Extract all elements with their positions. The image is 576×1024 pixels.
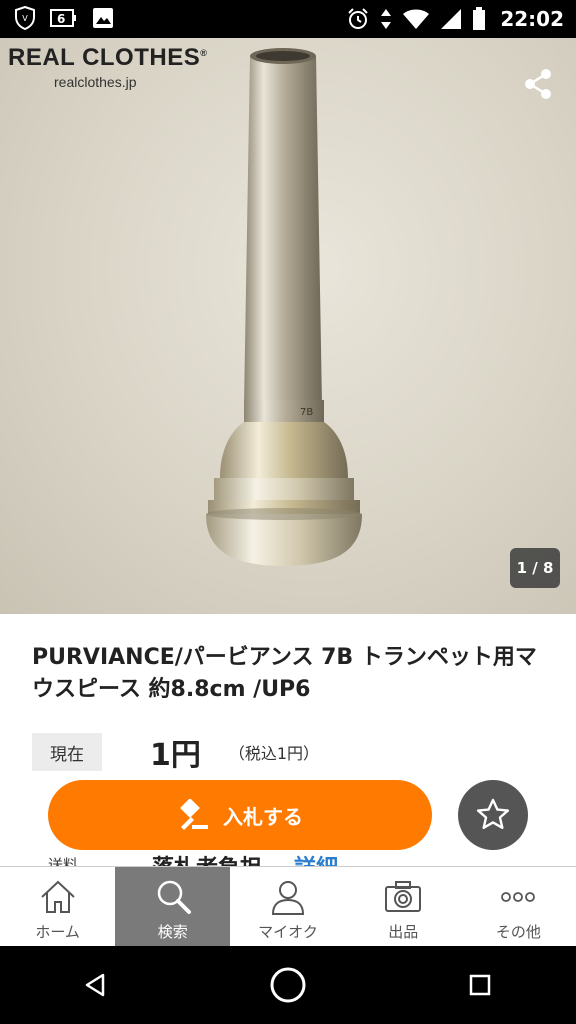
tab-my-auction-label: マイオク	[258, 923, 318, 941]
share-icon	[525, 69, 551, 99]
tab-more-label: その他	[495, 923, 541, 941]
camera-icon	[385, 881, 422, 912]
image-counter: 1 / 8	[510, 548, 560, 588]
bottom-tab-bar: ホーム 検索 マイオク 出品 その他	[0, 866, 576, 946]
tab-home[interactable]: ホーム	[0, 867, 115, 946]
share-button[interactable]	[520, 66, 556, 102]
back-icon	[85, 973, 105, 997]
more-icon	[501, 892, 536, 902]
bid-button[interactable]: 入札する	[48, 780, 432, 850]
system-nav-bar	[0, 946, 576, 1024]
brand-name: REAL CLOTHES	[8, 44, 201, 71]
registered-mark: ®	[200, 48, 208, 58]
clock: 22:02	[500, 7, 564, 31]
home-icon	[40, 880, 75, 913]
tab-more[interactable]: その他	[461, 867, 576, 946]
svg-text:V: V	[22, 14, 28, 23]
tab-search-label: 検索	[157, 923, 188, 941]
tab-search[interactable]: 検索	[115, 867, 231, 946]
tab-sell[interactable]: 出品	[346, 867, 461, 946]
tab-sell-label: 出品	[388, 923, 419, 941]
svg-text:6: 6	[57, 12, 65, 26]
nav-back-button[interactable]	[74, 963, 118, 1007]
watchlist-button[interactable]	[458, 780, 528, 850]
watermark-logo: REAL CLOTHES® realclothes.jp	[8, 44, 207, 90]
data-transfer-icon	[381, 9, 392, 29]
nav-recents-button[interactable]	[458, 963, 502, 1007]
current-price: 1円	[150, 738, 201, 773]
engraving-text: 7B	[300, 407, 313, 418]
recents-icon	[469, 974, 491, 996]
brand-site: realclothes.jp	[54, 74, 137, 90]
current-price-tag: 現在	[32, 733, 102, 771]
price-with-tax: （税込1円）	[228, 744, 320, 763]
person-icon	[271, 881, 305, 915]
cell-signal-icon	[441, 9, 462, 29]
tab-home-label: ホーム	[35, 923, 80, 941]
price-row: 現在 1円 （税込1円）	[32, 732, 320, 773]
home-circle-icon	[270, 967, 306, 1003]
gavel-icon	[180, 799, 208, 830]
product-title: PURVIANCE/パービアンス 7B トランペット用マウスピース 約8.8cm…	[32, 645, 537, 702]
mouthpiece-photo: 7B	[206, 48, 362, 566]
battery-saver-icon: 6	[50, 9, 76, 27]
image-notification-icon	[93, 8, 113, 28]
wifi-icon	[403, 9, 430, 29]
product-image-carousel[interactable]: 7B REAL CLOTHES® realclothes.jp 1 / 8	[0, 38, 576, 614]
tab-my-auction[interactable]: マイオク	[230, 867, 345, 946]
star-icon	[476, 798, 510, 830]
battery-icon	[473, 7, 486, 30]
shield-app-icon: V	[15, 6, 35, 30]
search-icon	[157, 880, 191, 914]
status-bar: V 6 22:02	[0, 0, 576, 38]
bid-button-label: 入札する	[223, 804, 303, 829]
nav-home-button[interactable]	[266, 963, 310, 1007]
alarm-icon	[348, 8, 369, 29]
